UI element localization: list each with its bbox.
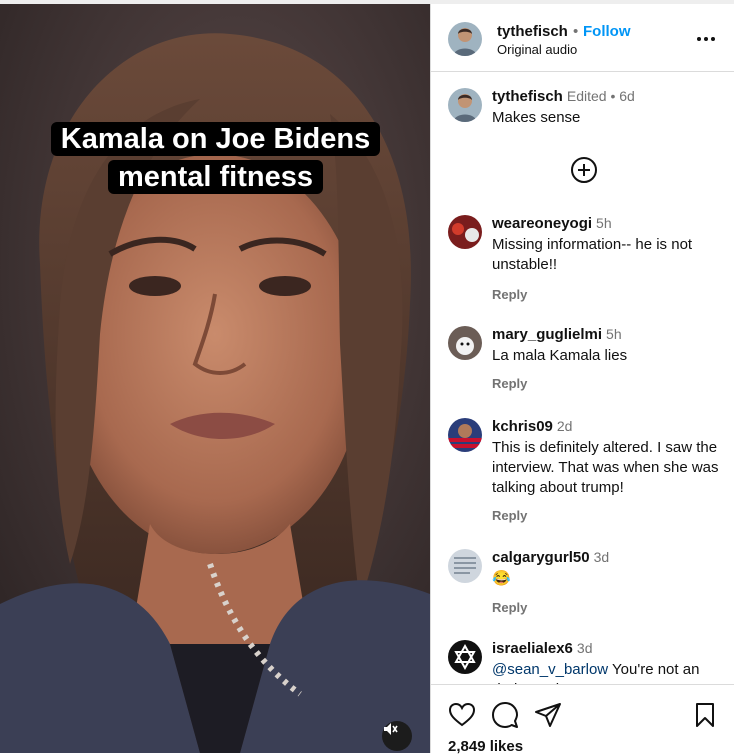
mute-button[interactable] — [382, 721, 412, 751]
follow-button[interactable]: Follow — [583, 23, 631, 40]
comment-icon[interactable] — [491, 701, 519, 729]
comment-time: 5h — [596, 215, 612, 231]
muted-speaker-icon — [384, 723, 398, 735]
likes-count[interactable]: 2,849 likes — [448, 738, 523, 755]
comment-text: This is definitely altered. I saw the in… — [492, 439, 719, 496]
avatar-image — [448, 215, 482, 249]
video-caption: Kamala on Joe Bidens mental fitness — [38, 120, 393, 196]
username-text[interactable]: kchris09 — [492, 418, 553, 435]
commenter-avatar[interactable] — [448, 418, 482, 452]
username-text[interactable]: mary_guglielmi — [492, 326, 602, 343]
reply-button[interactable]: Reply — [492, 376, 527, 391]
reply-button[interactable]: Reply — [492, 600, 527, 615]
comment-time: 3d — [593, 549, 610, 565]
comment-text: Makes sense — [492, 109, 581, 126]
author-username[interactable]: tythefisch — [497, 23, 568, 40]
comment-time: 2d — [556, 418, 573, 434]
username-text[interactable]: weareoneyogi — [492, 215, 592, 232]
reply-button[interactable]: Reply — [492, 287, 527, 302]
commenter-avatar[interactable] — [448, 640, 482, 674]
comment-text: Missing information-- he is not unstable… — [492, 236, 693, 273]
heart-icon[interactable] — [448, 701, 476, 729]
send-icon[interactable] — [534, 701, 562, 729]
avatar-image — [448, 22, 482, 56]
avatar-image — [448, 88, 482, 122]
video-player[interactable]: Kamala on Joe Bidens mental fitness — [0, 4, 430, 753]
avatar-image — [448, 549, 482, 583]
caption-avatar[interactable] — [448, 88, 482, 122]
avatar-image — [448, 326, 482, 360]
comment-text: La mala Kamala lies — [492, 347, 628, 364]
commenter-avatar[interactable] — [448, 326, 482, 360]
comment-username[interactable]: calgarygurl50 3d — [492, 549, 609, 566]
caption-line-1: Kamala on Joe Bidens — [50, 122, 381, 156]
star-of-david-avatar-icon — [448, 640, 482, 674]
username-text[interactable]: israelialex6 — [492, 640, 573, 657]
comments-panel: tythefisch • Follow Original audio tythe… — [430, 4, 734, 755]
comment-time: 3d — [576, 640, 593, 656]
comment-text: 😂 — [492, 570, 511, 587]
author-avatar[interactable] — [448, 22, 482, 56]
audio-link[interactable]: Original audio — [497, 42, 577, 57]
avatar-image — [448, 418, 482, 452]
comment-text: @sean_v_barlow You're not an "independen… — [492, 660, 722, 684]
comment-username[interactable]: weareoneyogi 5h — [492, 215, 612, 232]
action-bar: 2,849 likes — [431, 684, 734, 755]
comment-username[interactable]: kchris09 2d — [492, 418, 572, 435]
more-options-icon[interactable] — [695, 28, 717, 50]
plus-circle-icon[interactable] — [570, 156, 598, 184]
post-header: tythefisch • Follow Original audio — [431, 4, 734, 72]
bookmark-icon[interactable] — [691, 701, 719, 729]
comment-username[interactable]: tythefisch Edited • 6d — [492, 88, 635, 105]
comment-item: israelialex6 3d @sean_v_barlow You're not… — [431, 640, 734, 684]
comment-username[interactable]: mary_guglielmi 5h — [492, 326, 622, 343]
comment-meta: Edited • 6d — [566, 88, 635, 104]
comment-time: 5h — [606, 326, 622, 342]
username-text[interactable]: tythefisch — [492, 88, 563, 105]
header-separator: • — [573, 23, 579, 40]
username-text[interactable]: calgarygurl50 — [492, 549, 590, 566]
commenter-avatar[interactable] — [448, 215, 482, 249]
reply-button[interactable]: Reply — [492, 508, 527, 523]
comment-username[interactable]: israelialex6 3d — [492, 640, 592, 657]
post-viewer: Kamala on Joe Bidens mental fitness tyth… — [0, 0, 734, 755]
caption-line-2: mental fitness — [108, 160, 323, 194]
commenter-avatar[interactable] — [448, 549, 482, 583]
video-frame — [0, 4, 430, 753]
mention-link[interactable]: @sean_v_barlow — [492, 661, 608, 678]
